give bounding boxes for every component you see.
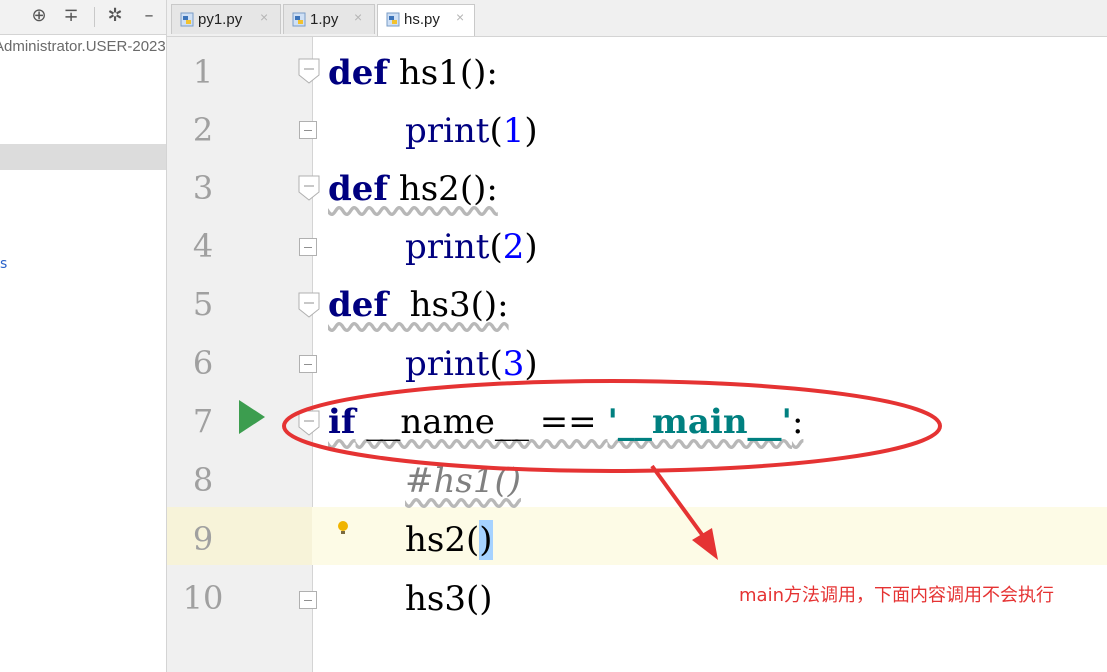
annotation-ellipse xyxy=(282,379,942,473)
annotation-arrow-head xyxy=(692,528,718,560)
annotation-text: main方法调用，下面内容调用不会执行 xyxy=(739,585,1054,606)
annotation-arrow-shaft xyxy=(650,464,708,542)
annotation-overlay xyxy=(282,379,942,560)
